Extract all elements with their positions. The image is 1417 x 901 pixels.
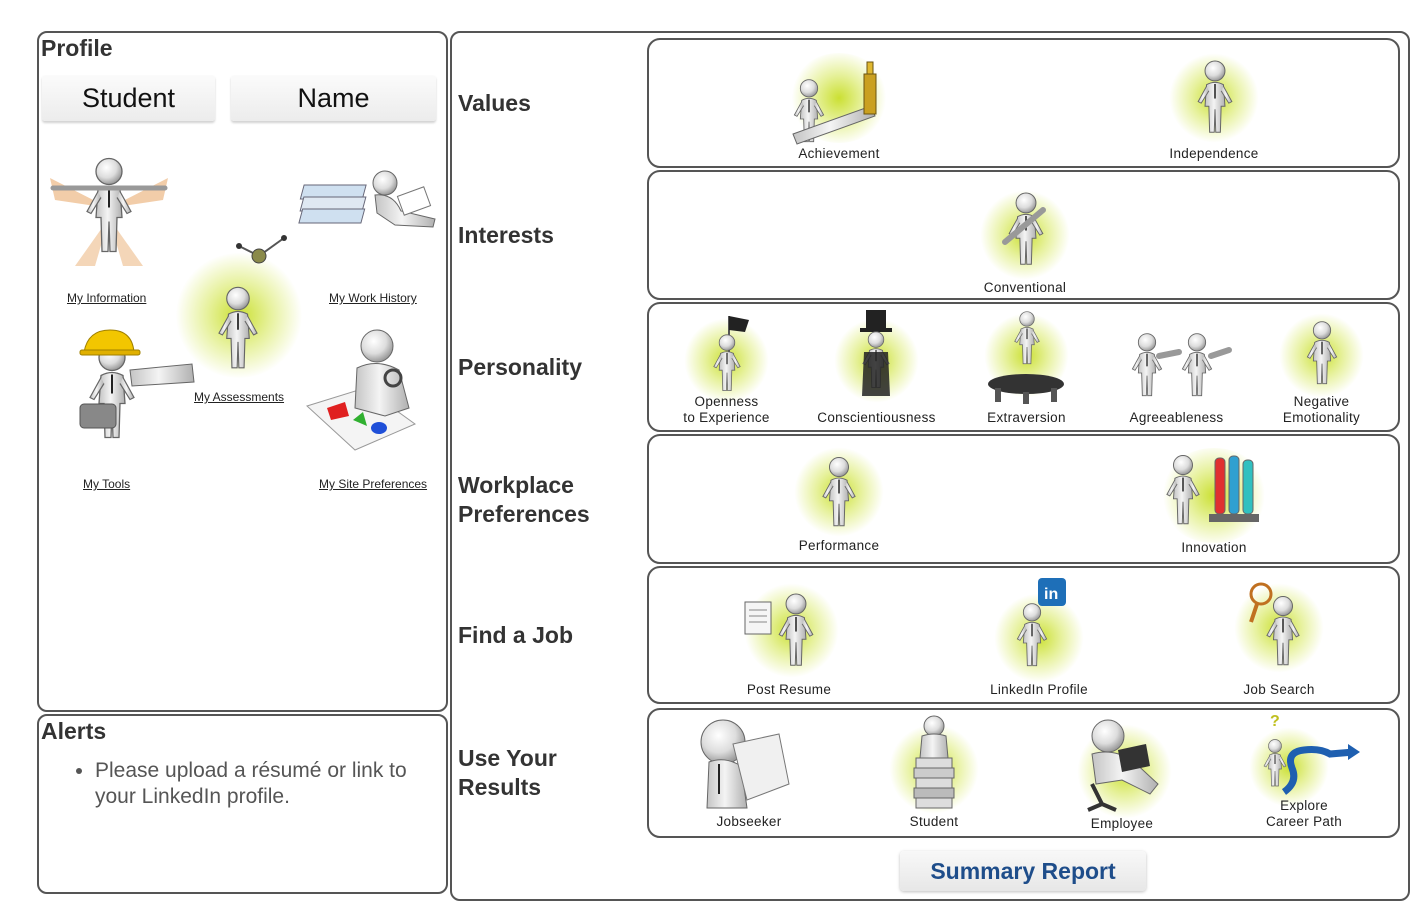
explore-career-path-item[interactable]: ? Explore Career Path <box>1244 712 1364 836</box>
vitruvian-figure-icon <box>50 157 168 266</box>
alerts-list: Please upload a résumé or link to your L… <box>55 758 415 810</box>
student-label: Student <box>909 814 959 829</box>
extraversion-label: Extraversion <box>987 410 1066 425</box>
agreeableness-label: Agreeableness <box>1129 410 1224 425</box>
linkedin-profile-item[interactable]: in LinkedIn Profile <box>974 578 1104 702</box>
conscientiousness-label: Conscientiousness <box>817 410 936 425</box>
workplace-label: Workplace Preferences <box>458 471 590 529</box>
svg-text:?: ? <box>1270 713 1280 730</box>
palette-painter-icon <box>306 329 417 451</box>
hard-hat-worker-icon <box>79 329 195 439</box>
post-resume-item[interactable]: Post Resume <box>729 578 849 702</box>
first-name-tab[interactable]: Student <box>42 75 215 121</box>
test-tubes-icon <box>1165 454 1259 525</box>
explore-label: Explore <box>1280 798 1328 813</box>
book-stack-figure-icon <box>913 715 955 809</box>
employee-label: Employee <box>1090 816 1154 831</box>
results-label-line1: Use Your <box>458 745 557 771</box>
assessments-panel: Values Achievement Independence Interest… <box>450 31 1410 901</box>
performance-item[interactable]: Performance <box>779 442 899 560</box>
independence-label: Independence <box>1169 146 1259 161</box>
my-site-preferences-item[interactable] <box>305 328 440 453</box>
summary-report-button[interactable]: Summary Report <box>900 851 1146 891</box>
openness-label-2: to Experience <box>683 410 770 425</box>
wrench-figure-icon <box>1002 192 1046 266</box>
job-search-item[interactable]: Job Search <box>1219 578 1339 702</box>
values-label: Values <box>458 90 531 116</box>
my-work-history-item[interactable] <box>298 163 440 243</box>
top-hat-figure-icon <box>860 310 892 396</box>
linkedin-profile-label: LinkedIn Profile <box>990 682 1088 697</box>
alert-item: Please upload a résumé or link to your L… <box>95 758 415 810</box>
values-row: Achievement Independence <box>647 38 1400 168</box>
openness-item[interactable]: Openness to Experience <box>669 308 784 428</box>
conventional-item[interactable]: Conventional <box>965 180 1085 295</box>
conventional-label: Conventional <box>983 280 1067 295</box>
interests-row: Conventional <box>647 170 1400 300</box>
find-job-label: Find a Job <box>458 622 573 648</box>
stressed-figure-icon <box>1306 320 1338 385</box>
resume-figure-icon <box>744 593 814 667</box>
alerts-title: Alerts <box>41 718 107 744</box>
trophy-icon <box>792 61 877 145</box>
find-job-row: Post Resume in LinkedIn Profile Job Sear… <box>647 566 1400 704</box>
handshake-figures-icon <box>1131 332 1232 397</box>
jobseeker-item[interactable]: Jobseeker <box>689 714 809 834</box>
student-item[interactable]: Student <box>874 714 994 834</box>
independence-figure-icon <box>1197 60 1233 134</box>
profile-title: Profile <box>41 35 113 61</box>
performance-figure-icon <box>821 456 857 527</box>
independence-item[interactable]: Independence <box>1154 48 1274 163</box>
flag-figure-icon <box>713 316 749 392</box>
performance-label: Performance <box>798 538 880 553</box>
my-tools-link[interactable]: My Tools <box>83 477 130 491</box>
workplace-label-line2: Preferences <box>458 501 590 527</box>
my-tools-item[interactable] <box>74 326 204 456</box>
negative-emotionality-label: Negative <box>1293 394 1350 409</box>
innovation-item[interactable]: Innovation <box>1149 438 1279 562</box>
workplace-row: Performance Innovation <box>647 434 1400 564</box>
results-label-line2: Results <box>458 774 542 800</box>
jobseeker-label: Jobseeker <box>716 814 782 829</box>
my-site-preferences-link[interactable]: My Site Preferences <box>319 477 427 491</box>
svg-text:in: in <box>1044 586 1058 603</box>
personality-label: Personality <box>458 354 582 380</box>
achievement-label: Achievement <box>798 146 880 161</box>
magnifier-figure-icon <box>1249 582 1301 666</box>
job-search-label: Job Search <box>1243 682 1315 697</box>
openness-label: Openness <box>694 394 759 409</box>
workplace-label-line1: Workplace <box>458 472 574 498</box>
negative-emotionality-item[interactable]: Negative Emotionality <box>1264 308 1379 428</box>
newspaper-figure-icon <box>700 719 790 809</box>
trampoline-figure-icon <box>988 311 1064 404</box>
achievement-item[interactable]: Achievement <box>779 48 899 163</box>
career-path-label: Career Path <box>1265 814 1343 829</box>
innovation-label: Innovation <box>1181 540 1247 555</box>
my-information-item[interactable] <box>45 138 173 273</box>
my-work-history-link[interactable]: My Work History <box>329 291 417 305</box>
negative-emotionality-label-2: Emotionality <box>1282 410 1361 425</box>
profile-panel: Profile Student Name My Information My W… <box>37 31 448 712</box>
my-information-link[interactable]: My Information <box>67 291 146 305</box>
employee-item[interactable]: Employee <box>1062 714 1182 836</box>
my-assessments-link[interactable]: My Assessments <box>194 390 284 404</box>
extraversion-item[interactable]: Extraversion <box>969 308 1084 428</box>
results-label: Use Your Results <box>458 744 557 802</box>
last-name-tab[interactable]: Name <box>231 75 436 121</box>
career-path-arrow-icon: ? <box>1263 713 1360 795</box>
post-resume-label: Post Resume <box>746 682 832 697</box>
alerts-panel: Alerts Please upload a résumé or link to… <box>37 714 448 894</box>
personality-row: Openness to Experience Conscientiousness <box>647 302 1400 432</box>
linkedin-icon: in <box>1016 578 1066 667</box>
paper-stack-icon <box>298 170 436 228</box>
results-row: Jobseeker Student Employee ? Explore Car… <box>647 708 1400 838</box>
agreeableness-item[interactable]: Agreeableness <box>1119 308 1234 428</box>
interests-label: Interests <box>458 222 554 248</box>
conscientiousness-item[interactable]: Conscientiousness <box>814 308 939 428</box>
chair-reader-figure-icon <box>1087 719 1159 812</box>
